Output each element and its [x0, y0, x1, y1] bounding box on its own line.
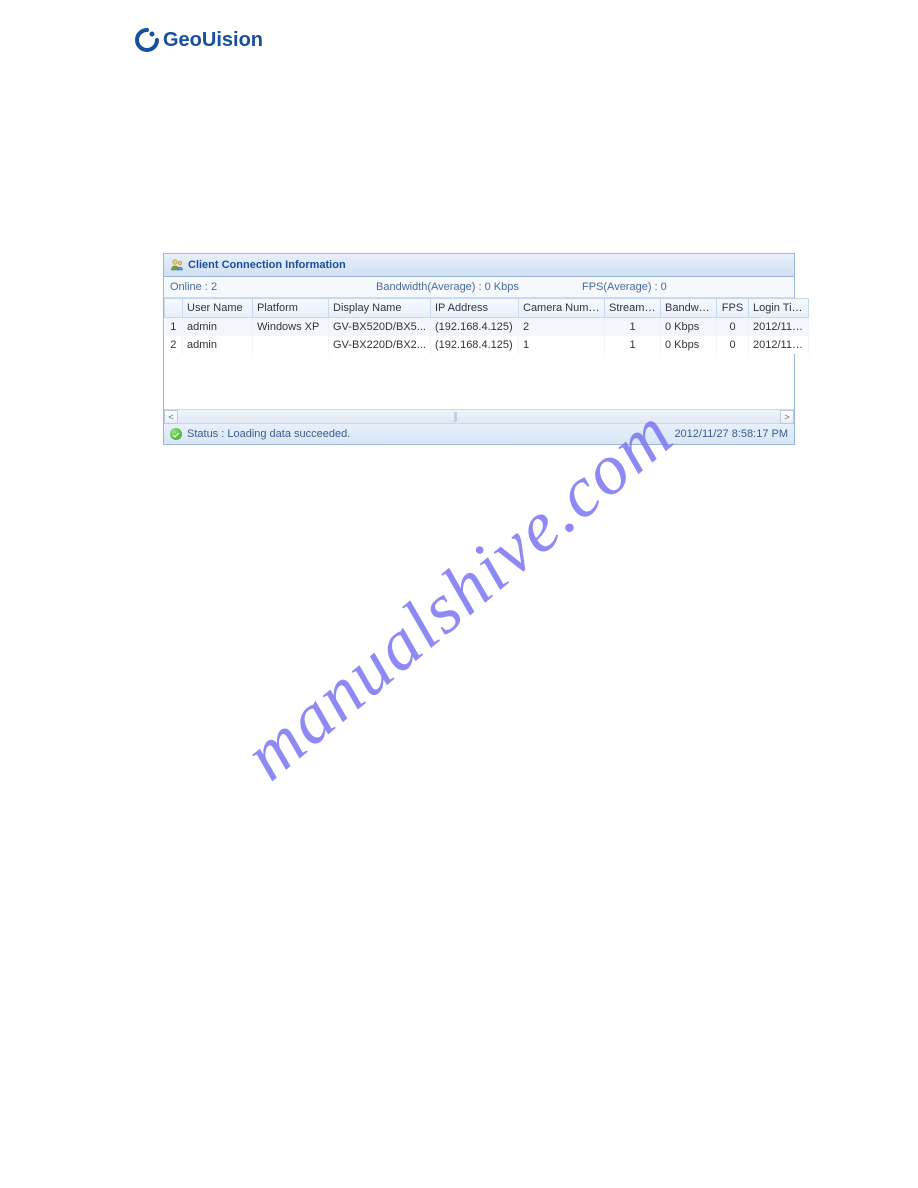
cell-login: 2012/11/28 ... — [749, 318, 809, 337]
cell-stream: 1 — [605, 318, 661, 337]
cell-user: admin — [183, 336, 253, 354]
cell-bw: 0 Kbps — [661, 318, 717, 337]
col-login-time[interactable]: Login Time — [749, 299, 809, 318]
scroll-thumb[interactable] — [454, 412, 457, 422]
summary-bandwidth: Bandwidth(Average) : 0 Kbps — [376, 281, 582, 293]
brand-text: GeoUision — [163, 29, 263, 52]
summary-online: Online : 2 — [170, 281, 376, 293]
table-row[interactable]: 1 admin Windows XP GV-BX520D/BX5... (192… — [165, 318, 809, 337]
cell-fps: 0 — [717, 318, 749, 337]
cell-stream: 1 — [605, 336, 661, 354]
cell-platform: Windows XP — [253, 318, 329, 337]
table-header-row: User Name Platform Display Name IP Addre… — [165, 299, 809, 318]
status-timestamp: 2012/11/27 8:58:17 PM — [674, 428, 788, 440]
col-index[interactable] — [165, 299, 183, 318]
scroll-right-button[interactable]: > — [780, 410, 794, 424]
col-platform[interactable]: Platform — [253, 299, 329, 318]
col-display-name[interactable]: Display Name — [329, 299, 431, 318]
users-icon — [170, 258, 184, 272]
table-row[interactable]: 2 admin GV-BX220D/BX2... (192.168.4.125)… — [165, 336, 809, 354]
summary-fps: FPS(Average) : 0 — [582, 281, 788, 293]
cell-login: 2012/11/28 ... — [749, 336, 809, 354]
watermark: manualshive.com — [229, 391, 690, 796]
cell-display: GV-BX220D/BX2... — [329, 336, 431, 354]
cell-index: 2 — [165, 336, 183, 354]
cell-platform — [253, 336, 329, 354]
summary-row: Online : 2 Bandwidth(Average) : 0 Kbps F… — [164, 277, 794, 298]
logo-mark-icon — [135, 28, 159, 52]
cell-camera: 2 — [519, 318, 605, 337]
client-connection-panel: Client Connection Information Online : 2… — [163, 253, 795, 445]
status-text: Status : Loading data succeeded. — [187, 428, 350, 440]
cell-bw: 0 Kbps — [661, 336, 717, 354]
cell-ip: (192.168.4.125) — [431, 336, 519, 354]
panel-title: Client Connection Information — [188, 259, 346, 271]
col-bandwidth[interactable]: Bandwidth — [661, 299, 717, 318]
success-icon — [170, 428, 182, 440]
col-fps[interactable]: FPS — [717, 299, 749, 318]
col-streaming[interactable]: Streaming — [605, 299, 661, 318]
col-ip-address[interactable]: IP Address — [431, 299, 519, 318]
col-user-name[interactable]: User Name — [183, 299, 253, 318]
panel-header: Client Connection Information — [164, 254, 794, 277]
cell-index: 1 — [165, 318, 183, 337]
brand-logo: GeoUision — [135, 28, 263, 52]
horizontal-scrollbar[interactable]: < > — [164, 409, 794, 423]
table-empty-area — [164, 354, 794, 409]
cell-user: admin — [183, 318, 253, 337]
cell-camera: 1 — [519, 336, 605, 354]
status-bar: Status : Loading data succeeded. 2012/11… — [164, 423, 794, 444]
cell-ip: (192.168.4.125) — [431, 318, 519, 337]
connection-table: User Name Platform Display Name IP Addre… — [164, 298, 794, 409]
col-camera-number[interactable]: Camera Number — [519, 299, 605, 318]
cell-fps: 0 — [717, 336, 749, 354]
cell-display: GV-BX520D/BX5... — [329, 318, 431, 337]
scroll-left-button[interactable]: < — [164, 410, 178, 424]
